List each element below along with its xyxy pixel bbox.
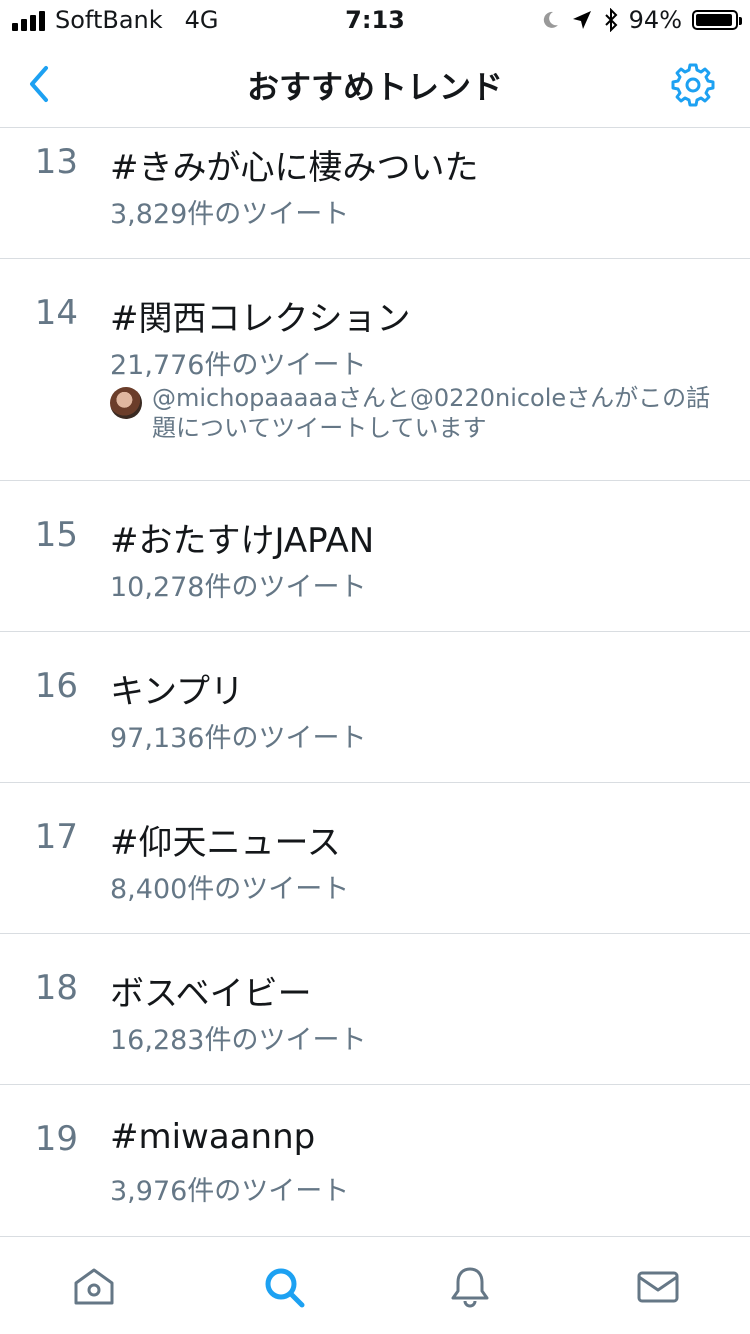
tweet-count: 97,136件のツイート [110,723,367,754]
location-arrow-icon [572,11,591,29]
trend-name: #関西コレクション [110,299,411,339]
trend-row[interactable]: 16 キンプリ 97,136件のツイート [0,632,750,783]
trend-name: #おたすけJAPAN [110,521,375,561]
trend-row[interactable]: 13 #きみが心に棲みついた 3,829件のツイート [0,128,750,259]
bell-icon[interactable] [448,1265,492,1309]
trend-row[interactable]: 18 ボスベイビー 16,283件のツイート [0,934,750,1085]
tab-bar [0,1236,750,1334]
tweet-count: 8,400件のツイート [110,874,350,905]
tweet-count: 16,283件のツイート [110,1025,367,1056]
trend-name: #仰天ニュース [110,823,341,863]
tweet-count: 3,829件のツイート [110,199,350,230]
trend-row[interactable]: 17 #仰天ニュース 8,400件のツイート [0,783,750,934]
mail-icon[interactable] [636,1265,680,1309]
battery-icon [692,10,742,30]
trend-rank: 16 [34,666,78,706]
trend-context-text: @michopaaaaaさんと@0220nicoleさんがこの話題についてツイー… [152,384,711,442]
gear-icon[interactable] [670,62,716,108]
home-icon[interactable] [72,1265,116,1309]
trend-row[interactable]: 14 #関西コレクション 21,776件のツイート @michopaaaaaさん… [0,259,750,481]
trend-context: @michopaaaaaさんと@0220nicoleさんがこの話題についてツイー… [110,383,720,443]
trend-name: #miwaannp [110,1117,316,1157]
status-bar: SoftBank 4G 7:13 94% [0,0,750,40]
trend-rank: 13 [34,142,78,182]
tweet-count: 3,976件のツイート [110,1176,350,1207]
tweet-count: 10,278件のツイート [110,572,367,603]
page-title: おすすめトレンド [246,68,503,106]
tweet-count: 21,776件のツイート [110,350,367,381]
trend-list: 13 #きみが心に棲みついた 3,829件のツイート 14 #関西コレクション … [0,128,750,1236]
trend-rank: 17 [34,817,78,857]
trend-name: #きみが心に棲みついた [110,148,479,188]
trend-rank: 19 [34,1119,78,1159]
battery-percent: 94% [628,6,682,34]
moon-icon [543,11,558,28]
navigation-bar: おすすめトレンド [0,40,750,128]
trend-rank: 18 [34,968,78,1008]
bluetooth-icon [604,8,618,32]
trend-rank: 14 [34,293,78,333]
trend-name: ボスベイビー [110,974,312,1014]
trend-rank: 15 [34,515,78,555]
search-icon[interactable] [262,1265,306,1309]
trend-row[interactable]: 19 #miwaannp 3,976件のツイート [0,1085,750,1236]
trend-name: キンプリ [110,672,244,712]
trend-row[interactable]: 15 #おたすけJAPAN 10,278件のツイート [0,481,750,632]
avatar [110,387,142,419]
